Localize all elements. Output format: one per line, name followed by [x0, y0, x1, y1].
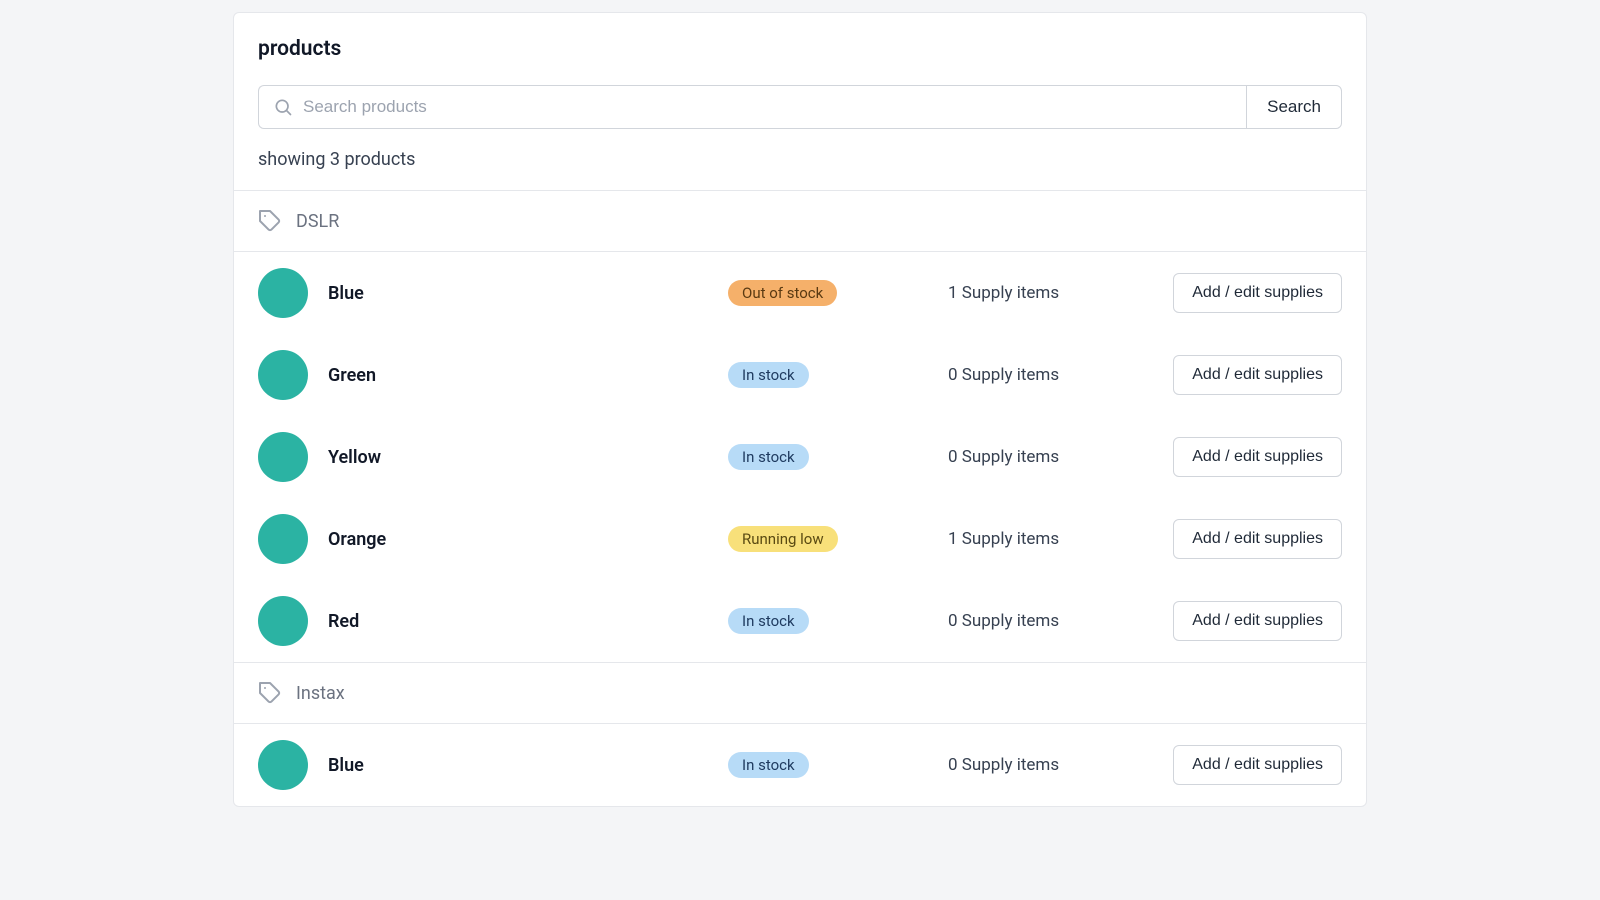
- variant-name: Green: [328, 365, 708, 386]
- variant-row: Blue Out of stock 1 Supply items Add / edit…: [234, 252, 1366, 334]
- search-row: Search: [258, 85, 1342, 129]
- variant-name: Blue: [328, 283, 708, 304]
- status-col: In stock: [728, 362, 928, 388]
- action-col: Add / edit supplies: [1173, 601, 1342, 641]
- add-edit-supplies-button[interactable]: Add / edit supplies: [1173, 745, 1342, 785]
- stock-badge: In stock: [728, 362, 809, 388]
- status-col: In stock: [728, 608, 928, 634]
- supply-count: 0 Supply items: [948, 755, 1148, 775]
- stock-badge: In stock: [728, 444, 809, 470]
- supply-count: 1 Supply items: [948, 283, 1148, 303]
- supply-count: 0 Supply items: [948, 447, 1148, 467]
- variant-row: Green In stock 0 Supply items Add / edit su…: [234, 334, 1366, 416]
- variant-row: Yellow In stock 0 Supply items Add / edit s…: [234, 416, 1366, 498]
- action-col: Add / edit supplies: [1173, 519, 1342, 559]
- action-col: Add / edit supplies: [1173, 355, 1342, 395]
- supply-count: 0 Supply items: [948, 365, 1148, 385]
- stock-badge: Running low: [728, 526, 838, 552]
- action-col: Add / edit supplies: [1173, 437, 1342, 477]
- tag-icon: [258, 209, 282, 233]
- action-col: Add / edit supplies: [1173, 273, 1342, 313]
- add-edit-supplies-button[interactable]: Add / edit supplies: [1173, 355, 1342, 395]
- search-icon: [273, 97, 293, 117]
- supply-count: 0 Supply items: [948, 611, 1148, 631]
- variant-name: Yellow: [328, 447, 708, 468]
- variant-avatar: [258, 514, 308, 564]
- status-col: Out of stock: [728, 280, 928, 306]
- page-title: products: [258, 37, 1342, 61]
- variant-row: Orange Running low 1 Supply items Add / edi…: [234, 498, 1366, 580]
- group-header: Instax: [234, 662, 1366, 724]
- variant-row: Blue In stock 0 Supply items Add / edit sup…: [234, 724, 1366, 806]
- group-label: Instax: [296, 683, 345, 704]
- add-edit-supplies-button[interactable]: Add / edit supplies: [1173, 519, 1342, 559]
- add-edit-supplies-button[interactable]: Add / edit supplies: [1173, 601, 1342, 641]
- stock-badge: In stock: [728, 608, 809, 634]
- variant-name: Orange: [328, 529, 708, 550]
- stock-badge: Out of stock: [728, 280, 837, 306]
- variant-name: Blue: [328, 755, 708, 776]
- variant-row: Red In stock 0 Supply items Add / edit supp…: [234, 580, 1366, 662]
- card-header: products Search showing 3 products: [234, 13, 1366, 190]
- variant-name: Red: [328, 611, 708, 632]
- add-edit-supplies-button[interactable]: Add / edit supplies: [1173, 437, 1342, 477]
- tag-icon: [258, 681, 282, 705]
- group-label: DSLR: [296, 211, 339, 232]
- group-header: DSLR: [234, 190, 1366, 252]
- variant-avatar: [258, 350, 308, 400]
- product-groups: DSLR Blue Out of stock 1 Supply items Add / …: [234, 190, 1366, 806]
- search-input-wrapper: [258, 85, 1246, 129]
- variant-avatar: [258, 596, 308, 646]
- showing-count: showing 3 products: [258, 149, 1342, 170]
- search-input[interactable]: [303, 97, 1232, 117]
- action-col: Add / edit supplies: [1173, 745, 1342, 785]
- search-button[interactable]: Search: [1246, 85, 1342, 129]
- variant-avatar: [258, 740, 308, 790]
- status-col: Running low: [728, 526, 928, 552]
- status-col: In stock: [728, 752, 928, 778]
- variant-avatar: [258, 268, 308, 318]
- products-card: products Search showing 3 products DSLR B…: [233, 12, 1367, 807]
- status-col: In stock: [728, 444, 928, 470]
- supply-count: 1 Supply items: [948, 529, 1148, 549]
- add-edit-supplies-button[interactable]: Add / edit supplies: [1173, 273, 1342, 313]
- variant-avatar: [258, 432, 308, 482]
- stock-badge: In stock: [728, 752, 809, 778]
